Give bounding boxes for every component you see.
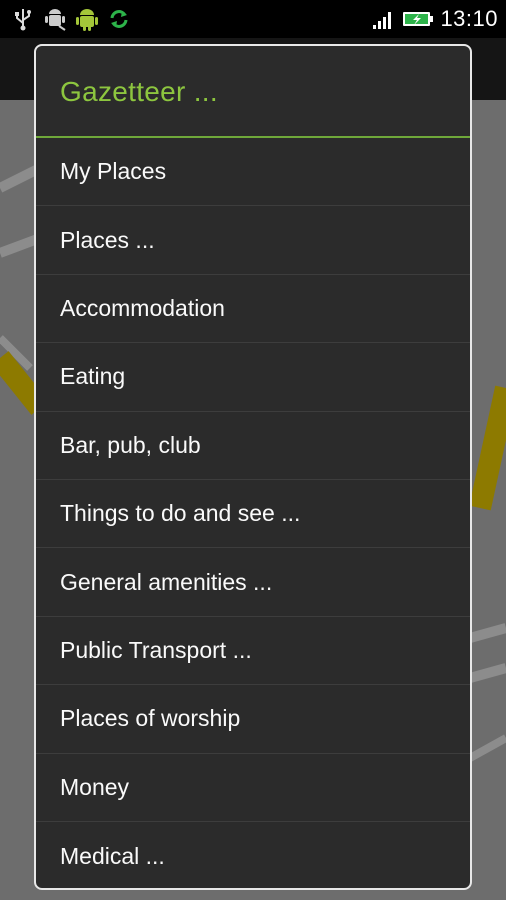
battery-charging-icon <box>403 12 434 26</box>
usb-icon <box>15 9 31 31</box>
android-debug-icon <box>45 9 66 31</box>
gazetteer-menu: My Places Places ... Accommodation Eatin… <box>36 138 470 888</box>
menu-item-bar-pub-club[interactable]: Bar, pub, club <box>36 412 470 480</box>
gazetteer-dialog: Gazetteer ... My Places Places ... Accom… <box>34 44 472 890</box>
signal-bars-icon <box>373 12 392 29</box>
status-clock: 13:10 <box>440 6 498 31</box>
status-bar: 13:10 <box>0 0 506 38</box>
menu-item-eating[interactable]: Eating <box>36 343 470 412</box>
menu-item-general-amenities[interactable]: General amenities ... <box>36 548 470 617</box>
menu-item-places-of-worship[interactable]: Places of worship <box>36 685 470 754</box>
android-icon <box>76 9 98 31</box>
menu-item-money[interactable]: Money <box>36 754 470 822</box>
menu-item-places[interactable]: Places ... <box>36 206 470 275</box>
dialog-title: Gazetteer ... <box>36 46 470 138</box>
sync-icon <box>110 10 128 28</box>
menu-item-accommodation[interactable]: Accommodation <box>36 275 470 344</box>
menu-item-my-places[interactable]: My Places <box>36 138 470 207</box>
menu-item-things-to-do[interactable]: Things to do and see ... <box>36 480 470 549</box>
menu-item-public-transport[interactable]: Public Transport ... <box>36 617 470 686</box>
menu-item-medical[interactable]: Medical ... <box>36 822 470 888</box>
